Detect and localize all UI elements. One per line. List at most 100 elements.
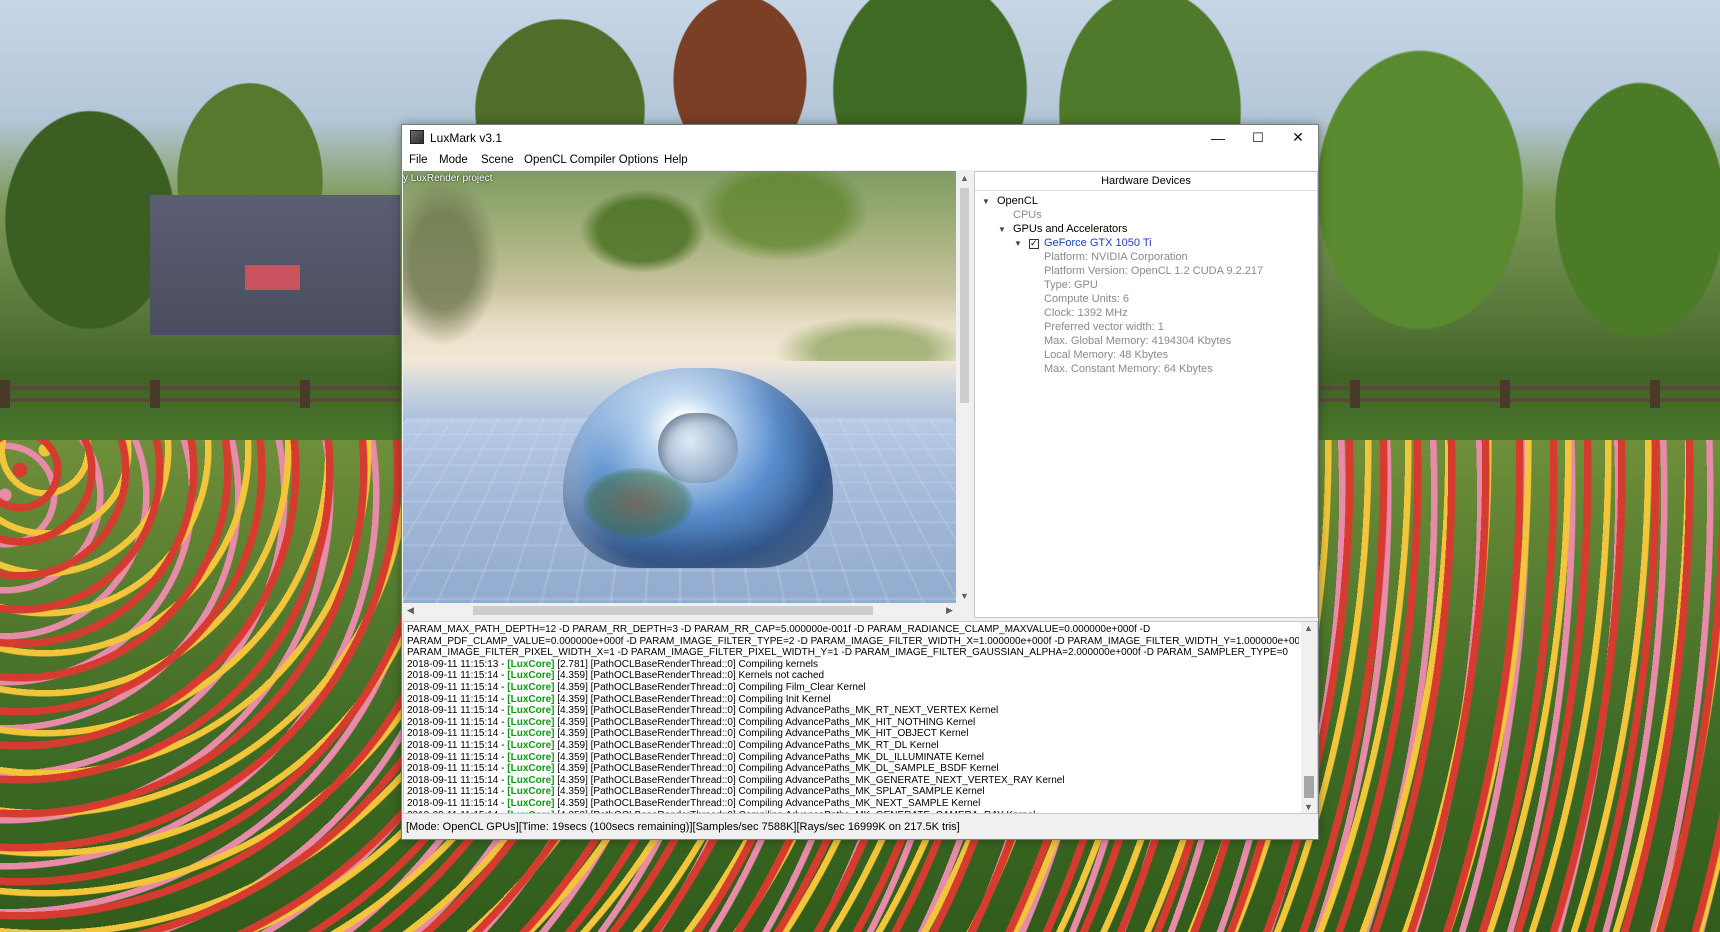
device-property: Platform Version: OpenCL 1.2 CUDA 9.2.21… bbox=[1044, 265, 1264, 277]
scroll-down-arrow-icon[interactable]: ▼ bbox=[957, 591, 972, 601]
close-button[interactable]: ✕ bbox=[1278, 125, 1318, 150]
log-entry: 2018-09-11 11:15:14 - [LuxCore] [4.359] … bbox=[407, 705, 1299, 717]
log-entry: 2018-09-11 11:15:14 - [LuxCore] [4.359] … bbox=[407, 694, 1299, 706]
render-glass-sphere bbox=[563, 368, 833, 568]
log-entry: 2018-09-11 11:15:14 - [LuxCore] [4.359] … bbox=[407, 670, 1299, 682]
log-entry: 2018-09-11 11:15:14 - [LuxCore] [4.359] … bbox=[407, 763, 1299, 775]
log-luxcore-tag: [LuxCore] bbox=[507, 797, 555, 809]
device-property: Type: GPU bbox=[1044, 279, 1098, 291]
log-vertical-scrollbar[interactable]: ▲ ▼ bbox=[1301, 622, 1317, 813]
chevron-down-icon[interactable]: ▼ bbox=[1014, 239, 1024, 248]
log-timestamp: 2018-09-11 11:15:13 - bbox=[407, 658, 508, 670]
log-timestamp: 2018-09-11 11:15:14 - bbox=[407, 681, 508, 693]
log-message: [4.359] [PathOCLBaseRenderThread::0] Com… bbox=[554, 681, 866, 693]
tree-node-gpus[interactable]: GPUs and Accelerators bbox=[1013, 222, 1127, 237]
tree-node-device[interactable]: GeForce GTX 1050 Ti bbox=[1044, 236, 1152, 251]
minimize-button[interactable]: — bbox=[1198, 125, 1238, 150]
tree-node-opencl[interactable]: OpenCL bbox=[997, 194, 1038, 209]
log-message: [2.781] [PathOCLBaseRenderThread::0] Com… bbox=[554, 658, 818, 670]
device-property: Clock: 1392 MHz bbox=[1044, 307, 1128, 319]
log-timestamp: 2018-09-11 11:15:14 - bbox=[407, 774, 508, 786]
log-message: [4.359] [PathOCLBaseRenderThread::0] Com… bbox=[554, 786, 985, 798]
log-luxcore-tag: [LuxCore] bbox=[507, 810, 554, 814]
luxmark-window[interactable]: LuxMark v3.1 — ☐ ✕ File Mode Scene OpenC… bbox=[401, 124, 1319, 840]
scroll-down-arrow-icon[interactable]: ▼ bbox=[1301, 802, 1316, 812]
render-horizontal-scrollbar[interactable]: ◀ ▶ bbox=[403, 603, 957, 618]
render-background-palms bbox=[403, 171, 956, 361]
log-message: [4.359] [PathOCLBaseRenderThread::0] Com… bbox=[554, 739, 939, 751]
scroll-up-arrow-icon[interactable]: ▲ bbox=[957, 173, 972, 183]
log-scroll-thumb[interactable] bbox=[1304, 776, 1314, 798]
log-timestamp: 2018-09-11 11:15:14 - bbox=[407, 716, 508, 728]
log-luxcore-tag: [LuxCore] bbox=[507, 716, 555, 728]
device-property: Compute Units: 6 bbox=[1044, 293, 1129, 305]
menu-mode[interactable]: Mode bbox=[439, 154, 468, 166]
maximize-button[interactable]: ☐ bbox=[1238, 125, 1278, 150]
log-entry: 2018-09-11 11:15:14 - [LuxCore] [4.359] … bbox=[407, 775, 1299, 787]
log-timestamp: 2018-09-11 11:15:14 - bbox=[407, 693, 508, 705]
log-entry: 2018-09-11 11:15:14 - [LuxCore] [4.359] … bbox=[407, 740, 1299, 752]
render-horizontal-scroll-thumb[interactable] bbox=[473, 606, 873, 615]
log-luxcore-tag: [LuxCore] bbox=[507, 705, 555, 717]
log-entry: 2018-09-11 11:15:14 - [LuxCore] [4.359] … bbox=[407, 682, 1299, 694]
log-luxcore-tag: [LuxCore] bbox=[507, 670, 555, 682]
tree-node-cpus[interactable]: CPUs bbox=[1013, 208, 1042, 223]
log-timestamp: 2018-09-11 11:15:14 - bbox=[407, 739, 508, 751]
device-enabled-checkbox[interactable] bbox=[1029, 237, 1039, 249]
hardware-devices-panel: Hardware Devices ▼ OpenCL CPUs ▼ GPUs an… bbox=[974, 171, 1318, 618]
log-message: [4.359] [PathOCLBaseRenderThread::0] Com… bbox=[554, 693, 831, 705]
window-title: LuxMark v3.1 bbox=[430, 131, 503, 145]
log-luxcore-tag: [LuxCore] bbox=[507, 786, 555, 798]
chevron-down-icon[interactable]: ▼ bbox=[982, 197, 992, 206]
device-property: Max. Global Memory: 4194304 Kbytes bbox=[1044, 335, 1232, 347]
log-entry: 2018-09-11 11:15:14 - [LuxCore] [4.359] … bbox=[407, 717, 1299, 729]
log-luxcore-tag: [LuxCore] bbox=[507, 763, 555, 775]
menu-file[interactable]: File bbox=[409, 154, 428, 166]
log-line: PARAM_IMAGE_FILTER_PIXEL_WIDTH_X=1 -D PA… bbox=[407, 647, 1288, 659]
log-timestamp: 2018-09-11 11:15:14 - bbox=[407, 763, 508, 775]
chevron-down-icon[interactable]: ▼ bbox=[998, 225, 1008, 234]
scroll-left-arrow-icon[interactable]: ◀ bbox=[403, 605, 418, 616]
log-luxcore-tag: [LuxCore] bbox=[507, 739, 555, 751]
device-property: Local Memory: 48 Kbytes bbox=[1044, 349, 1169, 361]
log-luxcore-tag: [LuxCore] bbox=[507, 774, 555, 786]
device-property: Max. Constant Memory: 64 Kbytes bbox=[1044, 363, 1213, 375]
log-entry: 2018-09-11 11:15:14 - [LuxCore] [4.359] … bbox=[407, 810, 1299, 814]
log-luxcore-tag: [LuxCore] bbox=[507, 693, 555, 705]
menu-help[interactable]: Help bbox=[664, 154, 688, 166]
log-message: [4.359] [PathOCLBaseRenderThread::0] Com… bbox=[555, 810, 1035, 814]
log-timestamp: 2018-09-11 11:15:14 - bbox=[407, 728, 508, 740]
scroll-right-arrow-icon[interactable]: ▶ bbox=[942, 605, 957, 616]
log-timestamp: 2018-09-11 11:15:14 - bbox=[407, 670, 508, 682]
log-message: [4.359] [PathOCLBaseRenderThread::0] Com… bbox=[554, 705, 999, 717]
log-timestamp: 2018-09-11 11:15:14 - bbox=[407, 705, 508, 717]
log-timestamp: 2018-09-11 11:15:14 - bbox=[407, 786, 508, 798]
log-lines: PARAM_MAX_PATH_DEPTH=12 -D PARAM_RR_DEPT… bbox=[407, 624, 1299, 814]
log-message: [4.359] [PathOCLBaseRenderThread::0] Com… bbox=[554, 728, 969, 740]
scroll-up-arrow-icon[interactable]: ▲ bbox=[1301, 623, 1316, 633]
log-message: [4.359] [PathOCLBaseRenderThread::0] Ker… bbox=[554, 670, 825, 682]
device-property: Preferred vector width: 1 bbox=[1044, 321, 1164, 333]
render-viewport[interactable]: y LuxRender project bbox=[403, 171, 956, 603]
log-luxcore-tag: [LuxCore] bbox=[507, 751, 555, 763]
render-vertical-scrollbar[interactable]: ▲ ▼ bbox=[957, 171, 972, 603]
title-bar[interactable]: LuxMark v3.1 — ☐ ✕ bbox=[402, 125, 1318, 150]
luxmark-app-icon bbox=[410, 130, 424, 144]
menu-opencl-compiler-options[interactable]: OpenCL Compiler Options bbox=[524, 154, 658, 166]
log-message: [4.359] [PathOCLBaseRenderThread::0] Com… bbox=[554, 716, 976, 728]
log-entry: 2018-09-11 11:15:14 - [LuxCore] [4.359] … bbox=[407, 752, 1299, 764]
menu-scene[interactable]: Scene bbox=[481, 154, 514, 166]
log-message: [4.359] [PathOCLBaseRenderThread::0] Com… bbox=[554, 774, 1065, 786]
log-luxcore-tag: [LuxCore] bbox=[507, 681, 555, 693]
log-message: [4.359] [PathOCLBaseRenderThread::0] Com… bbox=[554, 763, 999, 775]
menu-bar: File Mode Scene OpenCL Compiler Options … bbox=[402, 150, 1318, 170]
log-entry: 2018-09-11 11:15:14 - [LuxCore] [4.359] … bbox=[407, 786, 1299, 798]
log-entry: 2018-09-11 11:15:14 - [LuxCore] [4.359] … bbox=[407, 728, 1299, 740]
status-bar: [Mode: OpenCL GPUs][Time: 19secs (100sec… bbox=[406, 821, 960, 833]
render-vertical-scroll-thumb[interactable] bbox=[960, 188, 969, 403]
log-luxcore-tag: [LuxCore] bbox=[507, 728, 555, 740]
log-message: [4.359] [PathOCLBaseRenderThread::0] Com… bbox=[554, 797, 981, 809]
hardware-devices-header: Hardware Devices bbox=[975, 172, 1317, 191]
log-panel[interactable]: PARAM_MAX_PATH_DEPTH=12 -D PARAM_RR_DEPT… bbox=[403, 621, 1318, 814]
log-timestamp: 2018-09-11 11:15:14 - bbox=[407, 751, 508, 763]
